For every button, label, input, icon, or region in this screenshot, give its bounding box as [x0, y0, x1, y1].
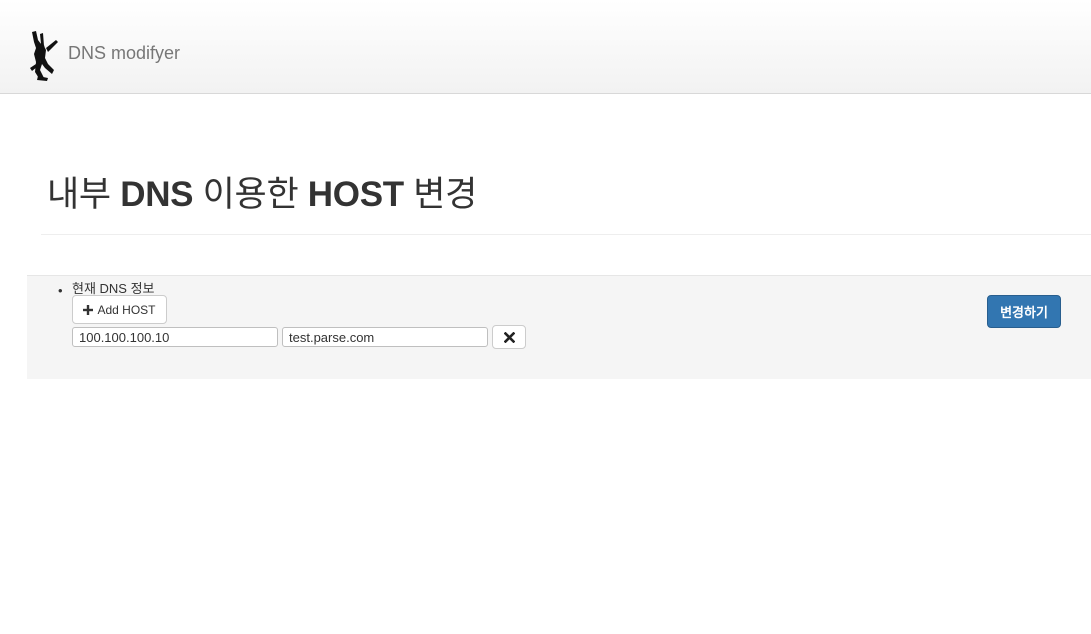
hostname-input[interactable] [282, 327, 488, 347]
jumping-person-icon[interactable] [28, 30, 62, 82]
brand-title[interactable]: DNS modifyer [68, 43, 180, 64]
page-title: 내부 DNS 이용한 HOST 변경 [47, 175, 478, 214]
list-bullet: • [58, 283, 63, 298]
add-host-button[interactable]: Add HOST [72, 295, 167, 324]
add-host-label: Add HOST [97, 302, 156, 317]
remove-entry-button[interactable] [492, 325, 526, 349]
plus-icon [83, 304, 94, 315]
submit-change-button[interactable]: 변경하기 [987, 295, 1061, 328]
close-icon [503, 331, 515, 343]
navbar: DNS modifyer [0, 0, 1091, 94]
ip-address-input[interactable] [72, 327, 278, 347]
title-divider [41, 234, 1091, 235]
